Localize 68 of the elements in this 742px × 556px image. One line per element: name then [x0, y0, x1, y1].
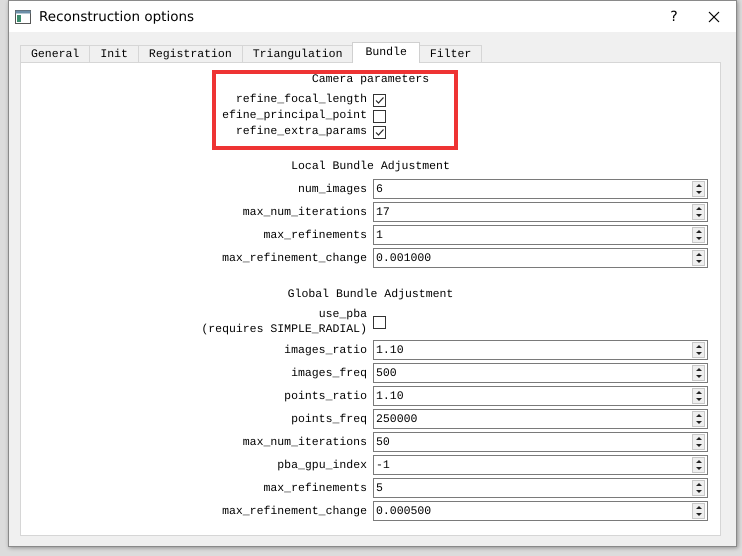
spin-up-button[interactable]: [693, 504, 704, 511]
spin-box[interactable]: 6: [373, 179, 708, 199]
spin-down-button[interactable]: [693, 258, 704, 265]
spin-up-button[interactable]: [693, 343, 704, 350]
section-heading: Global Bundle Adjustment: [286, 287, 454, 303]
field-label: refine_extra_params: [234, 124, 367, 140]
checkbox[interactable]: [373, 94, 386, 106]
field-label: pba_gpu_index: [276, 458, 367, 472]
spin-up-button[interactable]: [693, 182, 704, 189]
spin-box[interactable]: 0.000500: [373, 501, 708, 521]
spin-box[interactable]: 1.10: [373, 340, 708, 360]
tab[interactable]: Triangulation: [242, 45, 354, 62]
field-label: images_freq: [290, 366, 367, 380]
spin-up-button[interactable]: [693, 435, 704, 442]
spin-box[interactable]: -1: [373, 455, 708, 475]
spin-down-button[interactable]: [693, 350, 704, 357]
spin-down-button[interactable]: [693, 396, 704, 403]
checkbox[interactable]: [373, 110, 386, 122]
field-label: max_refinements: [262, 480, 367, 496]
window-icon: [15, 10, 31, 24]
field-label: max_refinement_change: [221, 250, 367, 266]
checkbox[interactable]: [373, 316, 386, 328]
section-heading: Local Bundle Adjustment: [290, 159, 451, 175]
spin-box[interactable]: 1.10: [373, 386, 708, 406]
field-label: efine_principal_point: [221, 108, 367, 124]
window-title: Reconstruction options: [39, 8, 196, 24]
spin-up-button[interactable]: [693, 251, 704, 258]
field-label: use_pba (requires SIMPLE_RADIAL): [200, 307, 367, 337]
spin-up-button[interactable]: [693, 389, 704, 396]
spin-down-button[interactable]: [693, 488, 704, 495]
spin-up-button[interactable]: [693, 366, 704, 373]
spin-down-button[interactable]: [693, 511, 704, 518]
field-label: max_refinement_change: [221, 504, 367, 518]
spin-down-button[interactable]: [693, 212, 704, 219]
spin-down-button[interactable]: [693, 419, 704, 426]
close-icon[interactable]: [708, 10, 720, 22]
spin-box[interactable]: 17: [373, 202, 708, 222]
field-label: num_images: [296, 182, 367, 196]
spin-up-button[interactable]: [693, 412, 704, 419]
tab[interactable]: Registration: [138, 45, 243, 62]
field-label: points_freq: [290, 412, 367, 426]
spin-down-button[interactable]: [693, 235, 704, 242]
spin-down-button[interactable]: [693, 373, 704, 380]
field-label: refine_focal_length: [234, 92, 367, 108]
spin-down-button[interactable]: [693, 465, 704, 472]
field-label: max_num_iterations: [242, 434, 367, 450]
spin-up-button[interactable]: [693, 228, 704, 235]
field-label: max_refinements: [262, 228, 367, 242]
spin-box[interactable]: 50: [373, 432, 708, 452]
spin-box[interactable]: 0.001000: [373, 248, 708, 268]
field-label: images_ratio: [283, 342, 367, 358]
tab[interactable]: Bundle: [352, 42, 420, 63]
spin-up-button[interactable]: [693, 481, 704, 488]
section-heading: Camera parameters: [310, 72, 430, 88]
spin-up-button[interactable]: [693, 205, 704, 212]
field-label: points_ratio: [283, 388, 367, 404]
spin-box[interactable]: 5: [373, 478, 708, 498]
field-label: max_num_iterations: [242, 204, 367, 220]
tab[interactable]: General: [20, 45, 90, 62]
help-button[interactable]: ?: [664, 8, 684, 24]
spin-up-button[interactable]: [693, 458, 704, 465]
spin-box[interactable]: 500: [373, 363, 708, 383]
spin-box[interactable]: 250000: [373, 409, 708, 429]
checkbox[interactable]: [373, 126, 386, 138]
spin-down-button[interactable]: [693, 189, 704, 196]
spin-down-button[interactable]: [693, 442, 704, 449]
tab[interactable]: Filter: [418, 45, 482, 62]
spin-box[interactable]: 1: [373, 225, 708, 245]
